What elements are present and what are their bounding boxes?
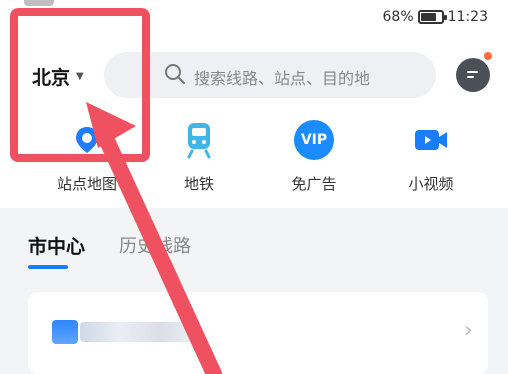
quick-action-short-video[interactable]: 小视频 [386,120,476,194]
camera-notch [24,0,54,6]
status-right: 68% 11:23 [383,9,488,25]
chevron-right-icon: › [464,318,473,343]
quick-action-subway[interactable]: 地铁 [154,120,244,194]
message-icon [467,71,478,78]
subway-icon [179,120,219,160]
route-card[interactable]: › [28,292,488,374]
vip-badge: VIP [294,120,334,160]
vip-icon: VIP [294,120,334,160]
tab-bar: 市中心 历史线路 [28,232,191,269]
blurred-route-name [80,322,200,342]
battery-fill [420,13,436,21]
tab-city-center[interactable]: 市中心 [28,232,85,269]
quick-action-no-ads[interactable]: VIP 免广告 [269,120,359,194]
tab-history-routes[interactable]: 历史线路 [119,232,191,259]
video-camera-icon [411,120,451,160]
quick-action-label: 免广告 [291,175,337,193]
clock: 11:23 [447,9,488,25]
search-icon [165,64,185,84]
bus-icon [52,320,78,344]
highlight-box [10,8,150,162]
quick-action-label: 小视频 [408,175,454,193]
search-placeholder: 搜索线路、站点、目的地 [194,69,371,88]
quick-action-label: 站点地图 [56,175,117,193]
screen: 68% 11:23 北京 ▼ 搜索线路、站点、目的地 站点地图 地铁 VIP 免… [0,0,508,374]
quick-action-label: 地铁 [183,175,214,193]
battery-percent: 68% [382,9,414,25]
notification-dot [484,52,492,60]
message-button[interactable] [456,58,490,92]
battery-icon [417,10,447,24]
